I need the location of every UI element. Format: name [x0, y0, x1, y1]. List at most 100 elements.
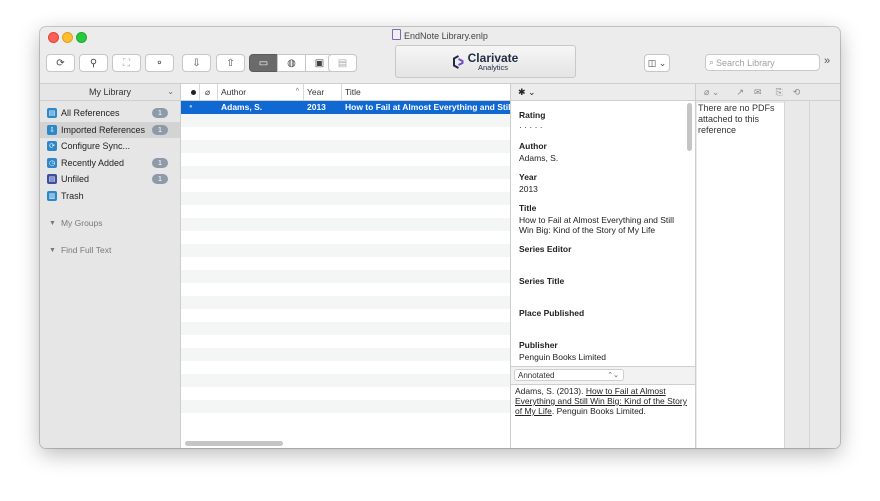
empty-row	[181, 244, 510, 257]
field-value-publisher[interactable]: Penguin Books Limited	[519, 352, 686, 362]
column-read-status[interactable]	[181, 84, 200, 100]
minimize-window-button[interactable]	[62, 32, 73, 43]
field-label-year: Year	[519, 172, 537, 182]
field-label-rating: Rating	[519, 110, 546, 120]
empty-row	[181, 413, 510, 426]
output-style-select[interactable]: Annotated ⌃⌄	[514, 369, 624, 381]
sidebar-item-label: Trash	[61, 190, 84, 201]
close-window-button[interactable]	[48, 32, 59, 43]
clarivate-banner[interactable]: Clarivate Analytics	[395, 45, 576, 78]
open-external-icon[interactable]: ↗	[736, 87, 744, 98]
column-author[interactable]: Author ^	[218, 84, 304, 100]
online-search-mode-button[interactable]: ◍	[277, 54, 306, 72]
empty-row	[181, 309, 510, 322]
email-icon[interactable]: ✉	[754, 87, 762, 98]
attach-pdf-button[interactable]: ⌀ ⌄	[704, 87, 719, 98]
sync-button[interactable]: ⟳	[46, 54, 75, 72]
updown-chevron-icon: ⌃⌄	[607, 372, 619, 379]
gear-icon[interactable]: ✱ ⌄	[518, 87, 536, 98]
add-person-button[interactable]: ⚲	[79, 54, 108, 72]
disclosure-triangle-icon: ▼	[49, 219, 56, 227]
main-content: My Library ⌄ ▤ All References 1 ⇩ Imported R…	[40, 83, 840, 448]
horizontal-scrollbar[interactable]	[185, 441, 283, 446]
local-library-mode-icon: ▭	[258, 57, 269, 69]
library-selector[interactable]: My Library ⌄	[40, 84, 180, 101]
column-year[interactable]: Year	[304, 84, 342, 100]
format-bibliography-icon: ⇧	[226, 57, 235, 69]
empty-row	[181, 283, 510, 296]
field-value-series-editor[interactable]	[519, 256, 686, 267]
share-button[interactable]: ⛶	[112, 54, 141, 72]
sidebar-item-unfiled[interactable]: ▤ Unfiled 1	[40, 171, 180, 188]
empty-row	[181, 361, 510, 374]
trash-icon: ▥	[47, 190, 57, 201]
sidebar: My Library ⌄ ▤ All References 1 ⇩ Imported R…	[40, 84, 181, 448]
column-attachment[interactable]: ⌀	[200, 84, 218, 100]
count-badge: 1	[152, 124, 168, 135]
field-value-year[interactable]: 2013	[519, 184, 686, 194]
empty-row	[181, 231, 510, 244]
empty-row	[181, 335, 510, 348]
field-value-series-title[interactable]	[519, 288, 686, 299]
sort-ascending-icon: ^	[295, 88, 299, 95]
empty-row	[181, 140, 510, 153]
insert-citation-button[interactable]: ⇩	[182, 54, 211, 72]
format-bibliography-button[interactable]: ⇧	[216, 54, 245, 72]
all-references-icon: ▤	[47, 108, 57, 119]
window-title: EndNote Library.enlp	[404, 31, 488, 41]
sidebar-item-label: Recently Added	[61, 157, 125, 168]
field-value-author[interactable]: Adams, S.	[519, 153, 686, 163]
field-label-series-title: Series Title	[519, 276, 565, 286]
search-input[interactable]	[714, 57, 809, 68]
document-icon	[392, 29, 402, 40]
search-field[interactable]: ⌕	[705, 54, 820, 71]
maximize-window-button[interactable]	[76, 32, 87, 43]
field-value-title[interactable]: How to Fail at Almost Everything and Sti…	[519, 215, 686, 235]
open-folder-icon: ▤	[337, 57, 348, 69]
toolbar: ⟳ ⚲ ⛶ ⚬ ⇩ ⇧ ▭ ◍ ▣ ▤ Clarivate Analytics	[40, 45, 840, 87]
chevron-down-icon: ⌄	[167, 87, 174, 96]
sidebar-item-label: All References	[61, 108, 120, 119]
sidebar-item-recently-added[interactable]: ◷ Recently Added 1	[40, 155, 180, 172]
unfiled-icon: ▤	[47, 174, 57, 185]
copy-icon[interactable]: ⎘	[776, 87, 783, 98]
count-badge: 1	[152, 157, 168, 168]
citation-preview: Adams, S. (2013). How to Fail at Almost …	[515, 386, 687, 416]
field-label-author: Author	[519, 141, 547, 151]
year-cell: 2013	[307, 102, 326, 112]
empty-row	[181, 400, 510, 413]
title-cell: How to Fail at Almost Everything and Sti…	[345, 102, 510, 112]
column-title[interactable]: Title	[342, 84, 510, 100]
read-status-cell: ●	[189, 104, 193, 110]
sidebar-item-trash[interactable]: ▥ Trash	[40, 188, 180, 205]
recently-added-icon: ◷	[47, 157, 57, 168]
vertical-scrollbar[interactable]	[687, 103, 692, 151]
output-style-value: Annotated	[518, 371, 555, 380]
field-value-place-published[interactable]	[519, 320, 686, 331]
empty-row	[181, 153, 510, 166]
find-reference-icon: ⚬	[155, 57, 164, 69]
layout-icon: ◫ ⌄	[647, 57, 667, 68]
field-label-publisher: Publisher	[519, 340, 558, 350]
attachment-cell	[200, 101, 218, 114]
refresh-icon[interactable]: ⟲	[793, 87, 801, 98]
table-row[interactable]: ● Adams, S. 2013 How to Fail at Almost Ever…	[181, 101, 510, 114]
local-library-mode-button[interactable]: ▭	[249, 54, 278, 72]
layout-button[interactable]: ◫ ⌄	[644, 54, 670, 72]
read-dot-icon	[191, 90, 196, 95]
empty-row	[181, 296, 510, 309]
sidebar-item-configure-sync[interactable]: ⟳ Configure Sync...	[40, 138, 180, 155]
sidebar-item-all-references[interactable]: ▤ All References 1	[40, 105, 180, 122]
find-reference-button[interactable]: ⚬	[145, 54, 174, 72]
sidebar-item-imported-references[interactable]: ⇩ Imported References 1	[40, 121, 180, 138]
group-find-full-text[interactable]: ▼ Find Full Text	[40, 242, 180, 258]
group-my-groups[interactable]: ▼ My Groups	[40, 215, 180, 231]
toolbar-overflow-button[interactable]: »	[824, 55, 830, 67]
paperclip-icon: ⌀	[205, 87, 211, 97]
reference-list-header: ⌀ Author ^ Year Title	[181, 84, 510, 101]
output-style-bar: Annotated ⌃⌄	[511, 366, 695, 385]
open-folder-button[interactable]: ▤	[328, 54, 357, 72]
add-person-icon: ⚲	[89, 57, 98, 69]
field-value-rating[interactable]: · · · · ·	[519, 122, 686, 132]
empty-row	[181, 179, 510, 192]
